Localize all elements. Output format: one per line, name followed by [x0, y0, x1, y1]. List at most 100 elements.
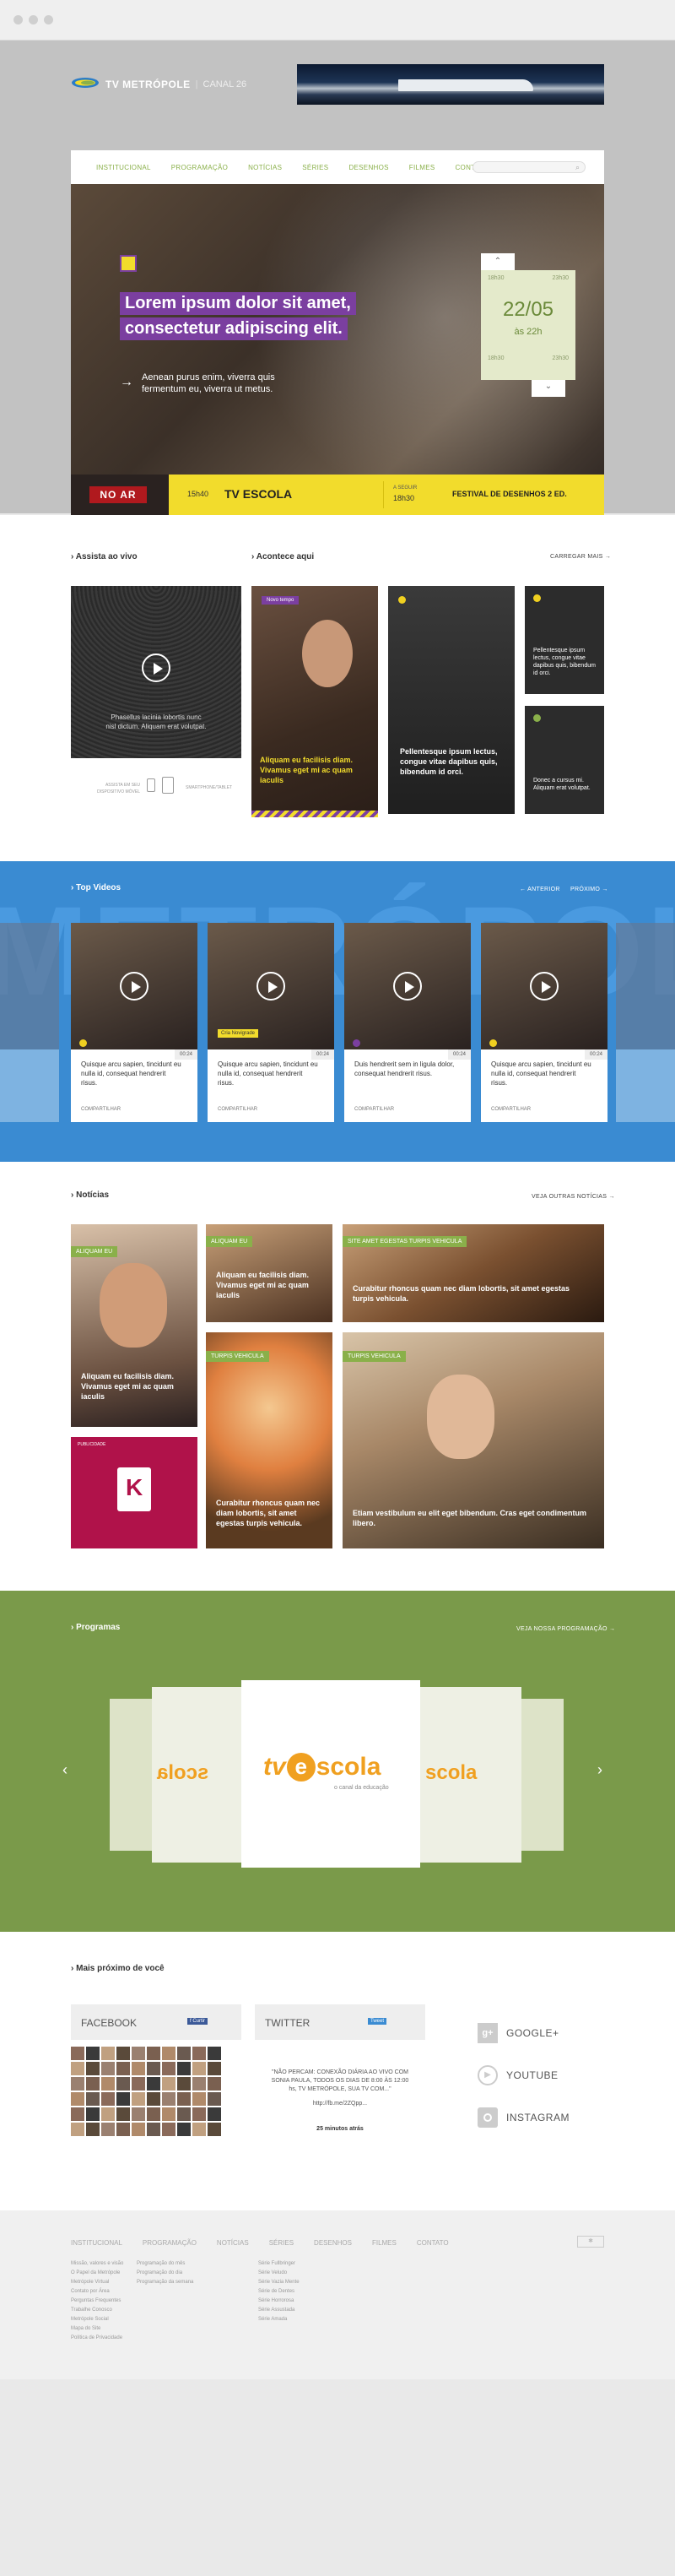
- friend-avatar[interactable]: [86, 2092, 100, 2106]
- happening-card-2[interactable]: Pellentesque ipsum lectus, congue vitae …: [388, 586, 515, 814]
- friend-avatar[interactable]: [162, 2123, 176, 2136]
- footer-nav-series[interactable]: SÉRIES: [269, 2239, 294, 2247]
- brand-logo-icon[interactable]: [71, 74, 100, 91]
- footer-link[interactable]: Série Assustada: [258, 2306, 300, 2315]
- friend-avatar[interactable]: [132, 2077, 145, 2091]
- search-input[interactable]: ⌕: [472, 161, 586, 173]
- friend-avatar[interactable]: [147, 2077, 160, 2091]
- friend-avatar[interactable]: [208, 2092, 221, 2106]
- schedule-up-button[interactable]: ⌃: [481, 253, 515, 270]
- video-card-3[interactable]: 00:24 Duis hendrerit sem in ligula dolor…: [344, 923, 471, 1122]
- friend-avatar[interactable]: [162, 2062, 176, 2075]
- smartphone-icon[interactable]: [147, 778, 155, 792]
- friend-avatar[interactable]: [192, 2092, 206, 2106]
- friend-avatar[interactable]: [208, 2123, 221, 2136]
- play-icon[interactable]: [142, 653, 170, 682]
- friend-avatar[interactable]: [116, 2123, 130, 2136]
- friend-avatar[interactable]: [101, 2107, 115, 2121]
- friend-avatar[interactable]: [162, 2047, 176, 2060]
- friend-avatar[interactable]: [101, 2123, 115, 2136]
- footer-link[interactable]: Programação do mês: [137, 2259, 193, 2269]
- instagram-link[interactable]: INSTAGRAM: [478, 2107, 570, 2128]
- friend-avatar[interactable]: [177, 2123, 191, 2136]
- footer-link[interactable]: Perguntas Frequentes: [71, 2297, 123, 2306]
- footer-link[interactable]: O Papel da Metrópole: [71, 2269, 123, 2278]
- friend-avatar[interactable]: [86, 2062, 100, 2075]
- friend-avatar[interactable]: [132, 2107, 145, 2121]
- nav-institucional[interactable]: INSTITUCIONAL: [96, 164, 151, 171]
- footer-nav-filmes[interactable]: FILMES: [372, 2239, 397, 2247]
- friend-avatar[interactable]: [132, 2062, 145, 2075]
- friend-avatar[interactable]: [101, 2047, 115, 2060]
- play-icon[interactable]: [393, 972, 422, 1001]
- program-card-active[interactable]: tv e scola o canal da educação: [241, 1680, 420, 1868]
- footer-link[interactable]: Trabalhe Conosco: [71, 2306, 123, 2315]
- news-card-1[interactable]: ALIQUAM EU Aliquam eu facilisis diam. Vi…: [71, 1224, 197, 1427]
- friend-avatar[interactable]: [86, 2123, 100, 2136]
- friend-avatar[interactable]: [132, 2123, 145, 2136]
- live-player[interactable]: Phasellus lacinia lobortis nunc nisl dic…: [71, 586, 241, 758]
- friend-avatar[interactable]: [116, 2062, 130, 2075]
- news-card-4[interactable]: TURPIS VEHICULA Curabitur rhoncus quam n…: [206, 1332, 332, 1548]
- more-news-link[interactable]: VEJA OUTRAS NOTÍCIAS →: [532, 1194, 615, 1200]
- tablet-icon[interactable]: [162, 777, 174, 794]
- footer-link[interactable]: Missão, valores e visão: [71, 2259, 123, 2269]
- friend-avatar[interactable]: [86, 2077, 100, 2091]
- footer-link[interactable]: Série Veludo: [258, 2269, 300, 2278]
- friend-avatar[interactable]: [192, 2047, 206, 2060]
- friend-avatar[interactable]: [177, 2062, 191, 2075]
- friend-avatar[interactable]: [177, 2077, 191, 2091]
- friend-avatar[interactable]: [101, 2092, 115, 2106]
- on-air-bar[interactable]: NO AR 15h40 TV ESCOLA A SEGUIR 18h30 FES…: [71, 475, 604, 515]
- window-minimize-dot[interactable]: [29, 15, 38, 24]
- play-icon[interactable]: [256, 972, 285, 1001]
- footer-link[interactable]: Série de Dentes: [258, 2287, 300, 2297]
- share-link[interactable]: COMPARTILHAR: [354, 1107, 394, 1112]
- friend-avatar[interactable]: [177, 2107, 191, 2121]
- footer-nav-institucional[interactable]: INSTITUCIONAL: [71, 2239, 122, 2247]
- share-link[interactable]: COMPARTILHAR: [81, 1107, 121, 1112]
- nav-noticias[interactable]: NOTÍCIAS: [248, 164, 282, 171]
- tweet-button[interactable]: Tweet: [368, 2018, 387, 2025]
- footer-link[interactable]: Série Fullbringer: [258, 2259, 300, 2269]
- friend-avatar[interactable]: [71, 2092, 84, 2106]
- nav-filmes[interactable]: FILMES: [409, 164, 435, 171]
- friend-avatar[interactable]: [71, 2062, 84, 2075]
- window-close-dot[interactable]: [14, 15, 23, 24]
- friend-avatar[interactable]: [177, 2092, 191, 2106]
- youtube-link[interactable]: ▶ YOUTUBE: [478, 2065, 559, 2085]
- nav-desenhos[interactable]: DESENHOS: [348, 164, 388, 171]
- footer-link[interactable]: Série Vazia Mente: [258, 2278, 300, 2287]
- friend-avatar[interactable]: [116, 2107, 130, 2121]
- friend-avatar[interactable]: [177, 2047, 191, 2060]
- google-plus-link[interactable]: g+ GOOGLE+: [478, 2023, 559, 2043]
- footer-nav-programacao[interactable]: PROGRAMAÇÃO: [143, 2239, 197, 2247]
- footer-nav-noticias[interactable]: NOTÍCIAS: [217, 2239, 249, 2247]
- nav-series[interactable]: SÉRIES: [302, 164, 328, 171]
- tweet-link[interactable]: http://fb.me/2ZQpp...: [268, 2101, 412, 2107]
- play-icon[interactable]: [120, 972, 148, 1001]
- friend-avatar[interactable]: [147, 2123, 160, 2136]
- friend-avatar[interactable]: [208, 2077, 221, 2091]
- carousel-next-icon[interactable]: ›: [597, 1761, 602, 1779]
- arrow-right-icon[interactable]: →: [120, 375, 133, 390]
- friend-avatar[interactable]: [147, 2107, 160, 2121]
- friend-avatar[interactable]: [147, 2047, 160, 2060]
- carousel-prev-icon[interactable]: ‹: [62, 1761, 68, 1779]
- footer-link[interactable]: Programação do dia: [137, 2269, 193, 2278]
- video-card-1[interactable]: 00:24 Quisque arcu sapien, tincidunt eu …: [71, 923, 197, 1122]
- program-card-left[interactable]: scola: [152, 1687, 253, 1863]
- friend-avatar[interactable]: [71, 2047, 84, 2060]
- header-banner-ad[interactable]: [297, 64, 604, 105]
- footer-link[interactable]: Série Amada: [258, 2315, 300, 2324]
- friend-avatar[interactable]: [132, 2092, 145, 2106]
- friend-avatar[interactable]: [208, 2047, 221, 2060]
- footer-nav-contato[interactable]: CONTATO: [417, 2239, 449, 2247]
- friend-avatar[interactable]: [71, 2107, 84, 2121]
- friend-avatar[interactable]: [192, 2062, 206, 2075]
- friend-avatar[interactable]: [162, 2077, 176, 2091]
- friend-avatar[interactable]: [101, 2077, 115, 2091]
- friend-avatar[interactable]: [86, 2047, 100, 2060]
- advertisement[interactable]: PUBLICIDADE K: [71, 1437, 197, 1548]
- footer-link[interactable]: Contato por Área: [71, 2287, 123, 2297]
